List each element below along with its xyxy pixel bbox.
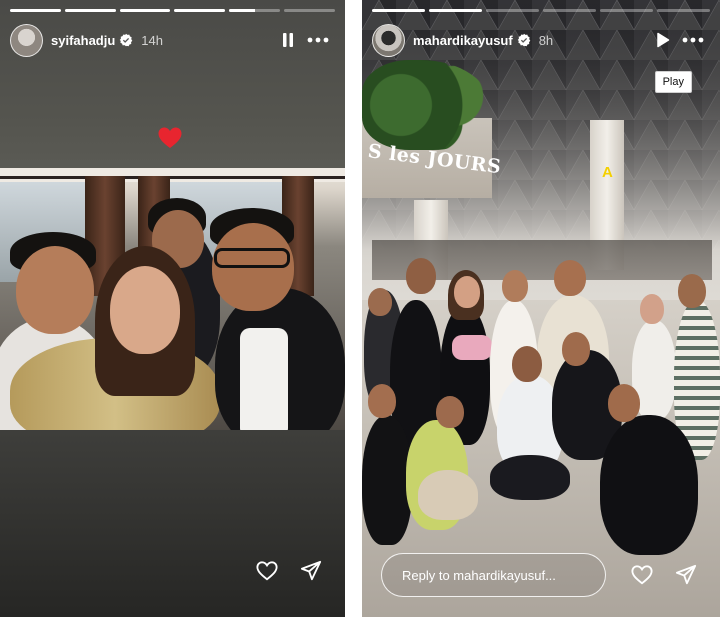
progress-segment [64, 9, 116, 12]
gate-sign: A [602, 164, 613, 181]
story-progress-bar [372, 9, 710, 12]
progress-segment [229, 9, 281, 12]
verified-badge-icon [517, 33, 531, 47]
story-left[interactable]: syifahadju 14h [0, 0, 345, 617]
send-icon[interactable] [297, 557, 325, 585]
send-icon[interactable] [672, 561, 700, 589]
story-header: syifahadju 14h [10, 22, 333, 58]
reply-input[interactable]: Reply to mahardikayusuf... [381, 553, 606, 597]
play-tooltip: Play [654, 71, 692, 93]
user-avatar[interactable] [10, 23, 43, 57]
progress-segment [429, 9, 482, 12]
post-time: 14h [141, 32, 163, 48]
user-avatar[interactable] [372, 23, 405, 57]
story-progress-bar [10, 9, 335, 12]
story-photo-selfie [0, 168, 345, 430]
story-right[interactable]: S les JOURS A mahardikayusuf 8h Play Rep… [362, 0, 720, 617]
pause-icon[interactable] [273, 27, 303, 53]
story-actions [628, 561, 700, 589]
progress-segment [543, 9, 596, 12]
progress-segment [600, 9, 653, 12]
progress-segment [657, 9, 710, 12]
stories-comparison: syifahadju 14h S les JOURS A mahardikayu… [0, 0, 720, 617]
more-horizontal-icon[interactable] [678, 27, 708, 53]
progress-segment [372, 9, 425, 12]
progress-segment [284, 9, 335, 12]
post-time: 8h [538, 32, 554, 48]
play-icon[interactable] [648, 27, 678, 53]
more-horizontal-icon[interactable] [303, 27, 333, 53]
progress-segment [10, 9, 61, 12]
username[interactable]: syifahadju [51, 33, 115, 48]
verified-badge-icon [119, 33, 133, 47]
heart-outline-icon[interactable] [253, 557, 281, 585]
heart-outline-icon[interactable] [628, 561, 656, 589]
progress-segment [486, 9, 539, 12]
username[interactable]: mahardikayusuf [413, 33, 513, 48]
story-actions [253, 557, 325, 585]
progress-segment [174, 9, 226, 12]
red-heart-emoji [158, 127, 182, 148]
progress-segment [119, 9, 171, 12]
story-header: mahardikayusuf 8h [372, 22, 708, 58]
